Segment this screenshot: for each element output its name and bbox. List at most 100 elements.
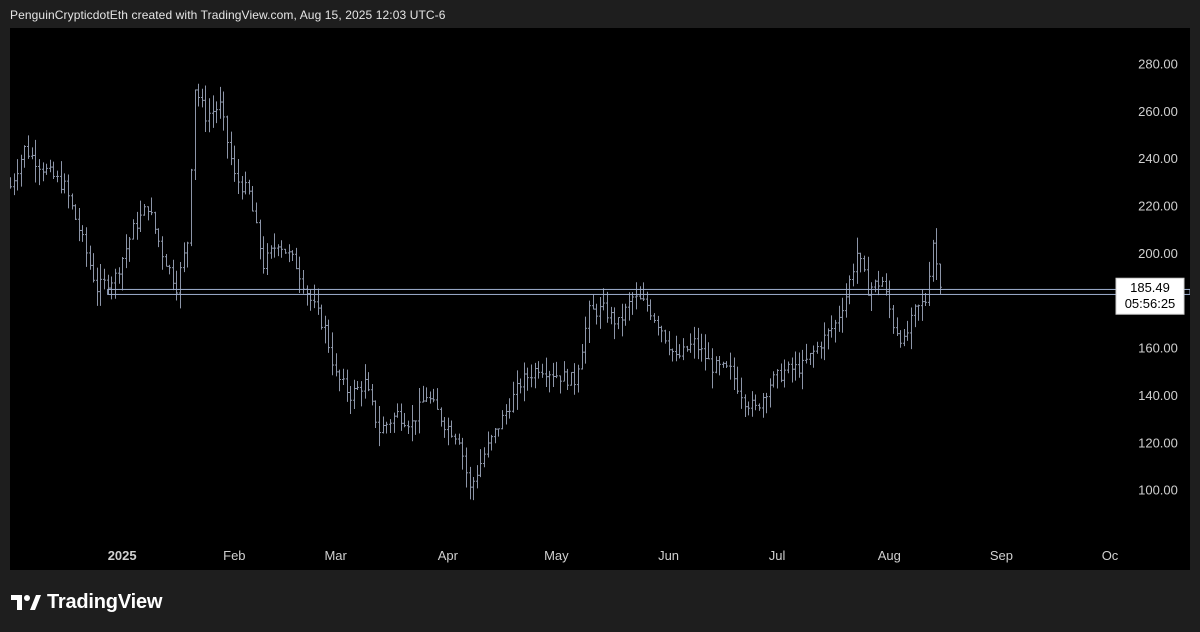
chart-attribution: PenguinCrypticdotEth created with Tradin… <box>10 8 446 22</box>
price-bar <box>566 368 569 391</box>
price-bar <box>631 292 634 315</box>
price-bar <box>505 404 508 425</box>
price-bar <box>899 330 902 348</box>
price-bar <box>154 211 157 234</box>
time-tick-label: Mar <box>324 548 347 563</box>
price-bar <box>834 319 837 343</box>
price-bar <box>230 131 233 166</box>
price-bar <box>700 333 703 362</box>
price-tick-label: 260.00 <box>1138 104 1178 119</box>
price-bar <box>136 211 139 240</box>
price-bar <box>747 401 750 416</box>
price-bar <box>49 159 52 173</box>
price-tick-label: 120.00 <box>1138 435 1178 450</box>
price-bar <box>338 369 341 392</box>
price-bar <box>128 237 131 262</box>
price-bar <box>805 343 808 364</box>
price-tick-label: 200.00 <box>1138 246 1178 261</box>
price-bar <box>885 273 888 296</box>
price-bar <box>729 352 732 380</box>
price-bar <box>190 168 193 247</box>
price-tick-label: 240.00 <box>1138 151 1178 166</box>
price-bar <box>327 319 330 353</box>
price-bar <box>610 306 613 325</box>
price-bar <box>548 370 551 393</box>
price-bar <box>787 361 790 374</box>
price-bar <box>628 292 631 321</box>
price-bar <box>595 303 598 325</box>
price-bar <box>497 428 500 437</box>
price-bar <box>881 276 884 287</box>
price-bar <box>132 219 135 240</box>
price-chart[interactable]: 280.00260.00240.00220.00200.00180.00160.… <box>10 28 1190 570</box>
price-bar <box>932 239 935 282</box>
horizontal-level[interactable] <box>107 288 1190 295</box>
price-bar <box>624 303 627 326</box>
price-bar <box>353 379 356 409</box>
price-bar <box>215 101 218 124</box>
price-bar <box>928 261 931 307</box>
price-bar <box>827 328 830 350</box>
price-bar <box>635 282 638 310</box>
price-bar <box>10 177 12 189</box>
price-bar <box>27 135 30 159</box>
price-bar <box>490 434 493 451</box>
price-bar <box>812 345 815 368</box>
price-bar <box>31 147 34 160</box>
price-bar <box>479 449 482 478</box>
price-bar <box>382 416 385 434</box>
time-tick-label: Jun <box>658 548 679 563</box>
time-axis[interactable]: 2025 Feb Mar Apr May Jun Jul Aug Sep Oc <box>108 548 1119 563</box>
price-bar <box>270 245 273 259</box>
price-bar <box>436 388 439 410</box>
support-resistance-line[interactable] <box>107 288 1190 295</box>
price-bar <box>16 159 19 191</box>
price-bar <box>606 291 609 323</box>
price-bar <box>179 262 182 309</box>
price-bar <box>823 322 826 361</box>
price-bar <box>660 325 663 343</box>
price-bar <box>157 228 160 248</box>
price-bar <box>63 173 66 194</box>
price-bar <box>346 369 349 402</box>
price-bar <box>81 225 84 242</box>
price-bar <box>845 283 848 318</box>
price-bar <box>92 253 95 283</box>
last-price-value: 185.49 <box>1130 280 1170 295</box>
price-bar <box>407 420 410 434</box>
price-bar <box>121 256 124 291</box>
price-bar <box>704 334 707 371</box>
price-bar <box>78 207 81 242</box>
price-bar <box>552 362 555 388</box>
price-bar <box>621 303 624 337</box>
price-bar <box>508 398 511 419</box>
price-bar <box>494 428 497 444</box>
price-axis[interactable]: 280.00260.00240.00220.00200.00180.00160.… <box>1138 57 1178 498</box>
price-bar <box>20 154 23 187</box>
price-bar <box>584 316 587 364</box>
price-bar <box>754 394 757 411</box>
price-bar <box>175 270 178 301</box>
price-bar <box>516 370 519 410</box>
price-tick-label: 220.00 <box>1138 199 1178 214</box>
price-bar <box>226 115 229 159</box>
price-bar <box>374 400 377 429</box>
price-bar <box>201 88 204 108</box>
price-tick-label: 160.00 <box>1138 341 1178 356</box>
price-bar <box>34 139 37 183</box>
price-bar <box>364 364 367 399</box>
price-bar <box>856 237 859 284</box>
price-bar <box>371 384 374 406</box>
price-bar <box>38 159 41 186</box>
price-bar <box>472 477 475 501</box>
price-bar <box>454 433 457 445</box>
price-bar <box>501 410 504 430</box>
price-bar <box>762 393 765 418</box>
price-bar <box>244 171 247 195</box>
price-bar <box>896 317 899 337</box>
tradingview-logo[interactable]: TradingView <box>11 590 162 614</box>
chart-panel[interactable]: 280.00260.00240.00220.00200.00180.00160.… <box>10 28 1190 570</box>
last-price-label: 185.4905:56:25 <box>1115 277 1185 315</box>
price-bar <box>914 304 917 328</box>
price-bar <box>331 332 334 376</box>
